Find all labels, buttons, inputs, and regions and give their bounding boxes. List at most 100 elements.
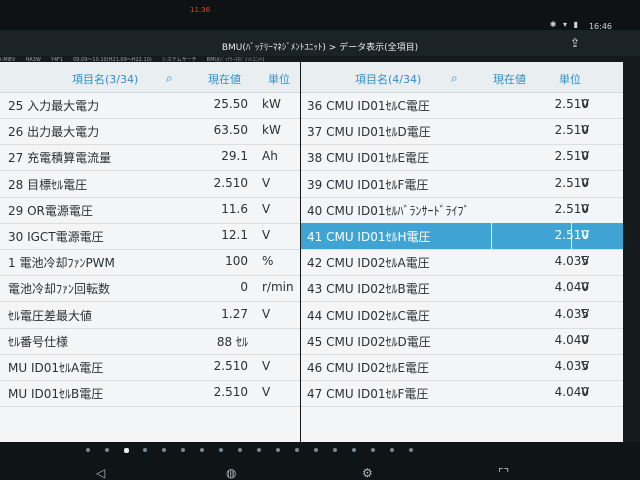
table-row[interactable]: 1 電池冷却ﾌｧﾝPWM 100% <box>0 249 300 277</box>
page-dot[interactable] <box>333 448 337 452</box>
table-row[interactable]: 30 IGCT電源電圧 12.1 V <box>0 223 300 250</box>
row-unit: V <box>262 228 271 242</box>
row-current-value: 88 ｾﾙ <box>216 334 248 349</box>
row-current-value: 0 <box>240 280 248 295</box>
row-current-value: 29.1 <box>221 149 248 164</box>
table-row[interactable]: 電池冷却ﾌｧﾝ回転数 0 r/min <box>0 275 300 303</box>
row-item-name: 電池冷却ﾌｧﾝ回転数 <box>8 282 111 297</box>
globe-icon[interactable]: ◍ <box>226 466 236 480</box>
bluetooth-icon: ✱ <box>549 20 559 29</box>
item-name-header[interactable]: 項目名(4/34) <box>355 71 421 87</box>
table-row[interactable]: 42 CMU ID02ｾﾙA電圧 4.035 V <box>301 249 623 277</box>
page-dot[interactable] <box>238 448 242 452</box>
status-time: 11:36 <box>190 6 211 14</box>
search-icon[interactable]: ⌕ <box>451 71 458 86</box>
page-dot[interactable] <box>181 448 185 452</box>
row-current-value: 2.510 <box>213 175 248 190</box>
row-unit: V <box>262 175 271 190</box>
row-unit: V <box>581 228 590 242</box>
row-item-name: 37 CMU ID01ｾﾙD電圧 <box>307 125 431 140</box>
row-item-name: 44 CMU ID02ｾﾙC電圧 <box>307 308 430 323</box>
page-dot[interactable] <box>257 448 261 452</box>
row-unit: V <box>581 332 590 347</box>
row-current-value: 2.510 <box>213 385 248 400</box>
current-value-header: 現在値 <box>493 73 526 86</box>
table-row[interactable]: 37 CMU ID01ｾﾙD電圧 2.510 V <box>301 118 623 146</box>
item-name-header[interactable]: 項目名(3/34) <box>72 71 138 87</box>
row-current-value: 100 <box>225 254 248 269</box>
table-row[interactable]: 28 目標ｾﾙ電圧 2.510 V <box>0 171 300 198</box>
table-row[interactable]: 38 CMU ID01ｾﾙE電圧 2.510 V <box>301 144 623 172</box>
page-dot[interactable] <box>124 448 129 453</box>
page-dot[interactable] <box>295 448 299 452</box>
table-row[interactable]: MU ID01ｾﾙB電圧 2.510 V <box>0 380 300 408</box>
row-unit: V <box>581 123 590 138</box>
row-item-name: 38 CMU ID01ｾﾙE電圧 <box>307 151 430 166</box>
row-unit: V <box>262 201 271 216</box>
row-unit: V <box>581 149 590 164</box>
back-icon[interactable]: ◁ <box>96 466 105 480</box>
cell-divider <box>571 223 572 249</box>
table-row[interactable]: ｾﾙ電圧差最大値 1.27 V <box>0 302 300 329</box>
row-item-name: 46 CMU ID02ｾﾙE電圧 <box>307 361 430 375</box>
navigation-bar: ◁ ◍ ⚙ ⌜⌝ <box>0 442 640 480</box>
page-dot[interactable] <box>352 448 356 452</box>
page-dot[interactable] <box>143 448 147 452</box>
row-unit: Ah <box>262 149 278 164</box>
table-row[interactable]: MU ID01ｾﾙA電圧 2.510 V <box>0 354 300 381</box>
row-unit: V <box>581 97 590 111</box>
row-unit: kW <box>262 97 281 111</box>
table-row[interactable]: 26 出力最大電力 63.50 kW <box>0 118 300 146</box>
row-item-name: 39 CMU ID01ｾﾙF電圧 <box>307 177 429 192</box>
row-unit: V <box>262 306 271 321</box>
right-column-header: 項目名(4/34) ⌕ 現在値 単位 <box>301 62 623 93</box>
page-dot[interactable] <box>409 448 413 452</box>
table-row[interactable]: 39 CMU ID01ｾﾙF電圧 2.510 V <box>301 171 623 198</box>
current-value-header: 現在値 <box>208 73 241 86</box>
row-item-name: 1 電池冷却ﾌｧﾝPWM <box>8 256 115 271</box>
settings-icon[interactable]: ⚙ <box>362 466 373 480</box>
status-icons: ✱ ▾ ▮ <box>550 20 580 29</box>
page-dot[interactable] <box>86 448 90 452</box>
table-row[interactable]: 25 入力最大電力 25.50 kW <box>0 92 300 119</box>
share-icon[interactable]: ⇪ <box>570 36 580 50</box>
search-icon[interactable]: ⌕ <box>166 71 173 86</box>
table-row[interactable]: 29 OR電源電圧 11.6 V <box>0 197 300 224</box>
page-dot[interactable] <box>390 448 394 452</box>
row-item-name: 41 CMU ID01ｾﾙH電圧 <box>307 230 431 244</box>
page-dot[interactable] <box>105 448 109 452</box>
page-dot[interactable] <box>314 448 318 452</box>
row-item-name: 40 CMU ID01ｾﾙﾊﾞﾗﾝｻｰﾄﾞﾗｲﾌﾞ <box>307 203 470 218</box>
row-item-name: MU ID01ｾﾙB電圧 <box>8 387 104 402</box>
row-unit: V <box>581 306 590 321</box>
screen-icon[interactable]: ⌜⌝ <box>498 466 509 480</box>
row-unit: V <box>581 280 590 295</box>
table-row[interactable]: 40 CMU ID01ｾﾙﾊﾞﾗﾝｻｰﾄﾞﾗｲﾌﾞ 2.510 V <box>301 197 623 224</box>
page-dot[interactable] <box>276 448 280 452</box>
table-row[interactable]: 47 CMU ID01ｾﾙF電圧 4.040 V <box>301 380 623 408</box>
left-column-header: 項目名(3/34) ⌕ 現在値 単位 <box>0 62 300 93</box>
row-item-name: ｾﾙ電圧差最大値 <box>8 308 93 323</box>
page-dot[interactable] <box>162 448 166 452</box>
page-dot[interactable] <box>219 448 223 452</box>
row-item-name: 28 目標ｾﾙ電圧 <box>8 177 88 192</box>
row-unit: V <box>581 201 590 216</box>
page-indicator <box>0 446 640 454</box>
table-row[interactable]: 43 CMU ID02ｾﾙB電圧 4.040 V <box>301 275 623 303</box>
table-row[interactable]: 44 CMU ID02ｾﾙC電圧 4.035 V <box>301 302 623 329</box>
table-row[interactable]: 41 CMU ID01ｾﾙH電圧2.510V <box>301 223 623 250</box>
table-row[interactable]: ｾﾙ番号仕様 88 ｾﾙ <box>0 328 300 355</box>
page-dot[interactable] <box>200 448 204 452</box>
row-unit: V <box>262 359 271 373</box>
left-data-panel: 項目名(3/34) ⌕ 現在値 単位 25 入力最大電力 25.50 kW 26 出力… <box>0 62 300 442</box>
row-unit: V <box>581 254 590 269</box>
table-row[interactable]: 45 CMU ID02ｾﾙD電圧 4.040 V <box>301 328 623 355</box>
table-row[interactable]: 27 充電積算電流量 29.1 Ah <box>0 144 300 172</box>
row-item-name: 30 IGCT電源電圧 <box>8 230 104 244</box>
table-row[interactable]: 36 CMU ID01ｾﾙC電圧 2.510 V <box>301 92 623 119</box>
row-current-value: 25.50 <box>213 97 248 111</box>
table-row[interactable]: 46 CMU ID02ｾﾙE電圧 4.035 V <box>301 354 623 381</box>
page-title: BMU(ﾊﾞｯﾃﾘｰﾏﾈｼﾞﾒﾝﾄﾕﾆｯﾄ) > データ表示(全項目) <box>221 43 419 53</box>
cell-divider <box>491 223 492 249</box>
page-dot[interactable] <box>371 448 375 452</box>
